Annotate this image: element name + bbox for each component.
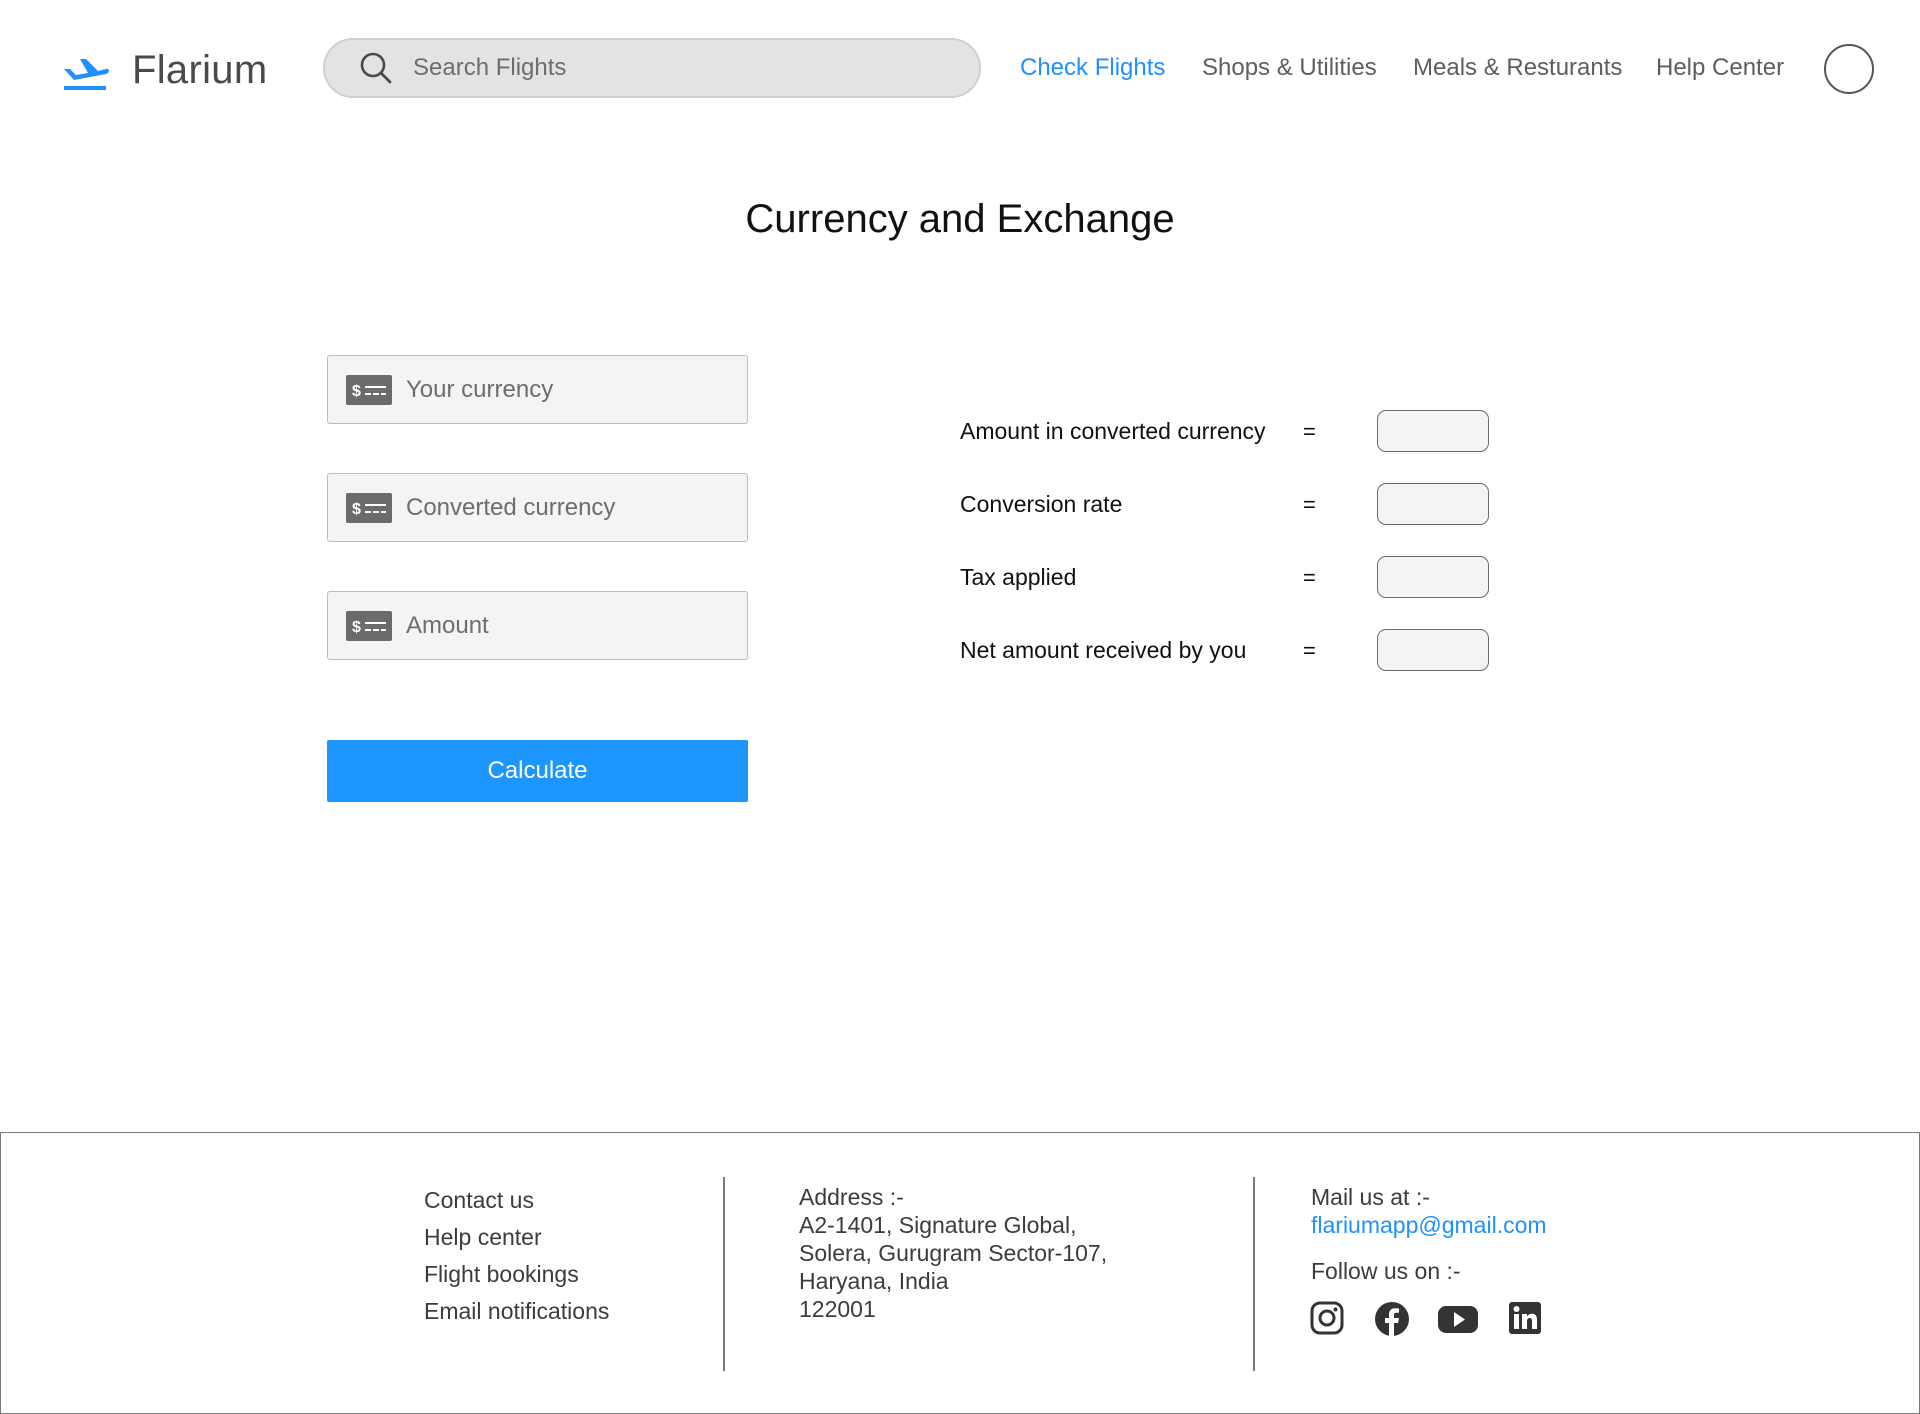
- brand-name: Flarium: [132, 48, 268, 92]
- conversion-rate-output[interactable]: [1377, 483, 1489, 525]
- linkedin-icon[interactable]: [1508, 1301, 1542, 1337]
- footer-link-contact-us[interactable]: Contact us: [424, 1182, 609, 1219]
- calculate-button[interactable]: Calculate: [327, 740, 748, 802]
- page-title: Currency and Exchange: [745, 197, 1175, 241]
- address-line: Haryana, India: [799, 1268, 949, 1294]
- tax-applied-output[interactable]: [1377, 556, 1489, 598]
- youtube-icon[interactable]: [1438, 1301, 1478, 1337]
- search-icon: [360, 52, 392, 84]
- footer-link-flight-bookings[interactable]: Flight bookings: [424, 1256, 609, 1293]
- your-currency-field[interactable]: $: [327, 355, 748, 424]
- converted-currency-input[interactable]: [406, 493, 736, 522]
- result-label: Conversion rate: [960, 491, 1123, 517]
- address-heading: Address :-: [799, 1184, 904, 1210]
- instagram-icon[interactable]: [1310, 1301, 1344, 1337]
- your-currency-input[interactable]: [406, 375, 736, 404]
- equals-sign: =: [1303, 565, 1316, 590]
- footer: Contact us Help center Flight bookings E…: [0, 1132, 1920, 1414]
- avatar[interactable]: [1824, 44, 1874, 94]
- svg-text:$: $: [352, 619, 361, 636]
- converted-amount-output[interactable]: [1377, 410, 1489, 452]
- equals-sign: =: [1303, 638, 1316, 663]
- footer-address: Address :- A2-1401, Signature Global, So…: [799, 1183, 1107, 1323]
- svg-text:$: $: [352, 383, 361, 400]
- equals-sign: =: [1303, 419, 1316, 444]
- page: Flarium Check Flights Shops & Utilities …: [0, 0, 1920, 1414]
- footer-link-email-notifications[interactable]: Email notifications: [424, 1293, 609, 1330]
- footer-mail: Mail us at :- flariumapp@gmail.com: [1311, 1183, 1547, 1239]
- amount-field[interactable]: $: [327, 591, 748, 660]
- follow-label: Follow us on :-: [1311, 1258, 1461, 1284]
- result-label: Tax applied: [960, 564, 1077, 590]
- footer-divider: [1253, 1177, 1255, 1371]
- footer-links: Contact us Help center Flight bookings E…: [424, 1182, 609, 1330]
- address-postcode: 122001: [799, 1296, 876, 1322]
- nav-meals-resturants[interactable]: Meals & Resturants: [1413, 54, 1622, 82]
- amount-input[interactable]: [406, 611, 736, 640]
- search-input[interactable]: [413, 54, 953, 82]
- search-bar[interactable]: [323, 38, 981, 98]
- cash-icon: $: [346, 374, 392, 405]
- cash-icon: $: [346, 492, 392, 523]
- svg-text:$: $: [352, 501, 361, 518]
- footer-divider: [723, 1177, 725, 1371]
- nav-check-flights[interactable]: Check Flights: [1020, 54, 1165, 82]
- address-line: Solera, Gurugram Sector-107,: [799, 1240, 1108, 1266]
- cash-icon: $: [346, 610, 392, 641]
- equals-sign: =: [1303, 492, 1316, 517]
- airplane-icon: [64, 58, 109, 90]
- mail-label: Mail us at :-: [1311, 1184, 1430, 1210]
- brand-logo[interactable]: Flarium: [60, 48, 267, 93]
- result-label: Amount in converted currency: [960, 418, 1266, 444]
- facebook-icon[interactable]: [1374, 1301, 1410, 1337]
- converted-currency-field[interactable]: $: [327, 473, 748, 542]
- social-links: [1310, 1301, 1542, 1337]
- net-amount-output[interactable]: [1377, 629, 1489, 671]
- footer-link-help-center[interactable]: Help center: [424, 1219, 609, 1256]
- result-label: Net amount received by you: [960, 637, 1247, 663]
- nav-help-center[interactable]: Help Center: [1656, 54, 1784, 82]
- mail-link[interactable]: flariumapp@gmail.com: [1311, 1211, 1547, 1239]
- address-line: A2-1401, Signature Global,: [799, 1212, 1077, 1238]
- nav-shops-utilities[interactable]: Shops & Utilities: [1202, 54, 1377, 82]
